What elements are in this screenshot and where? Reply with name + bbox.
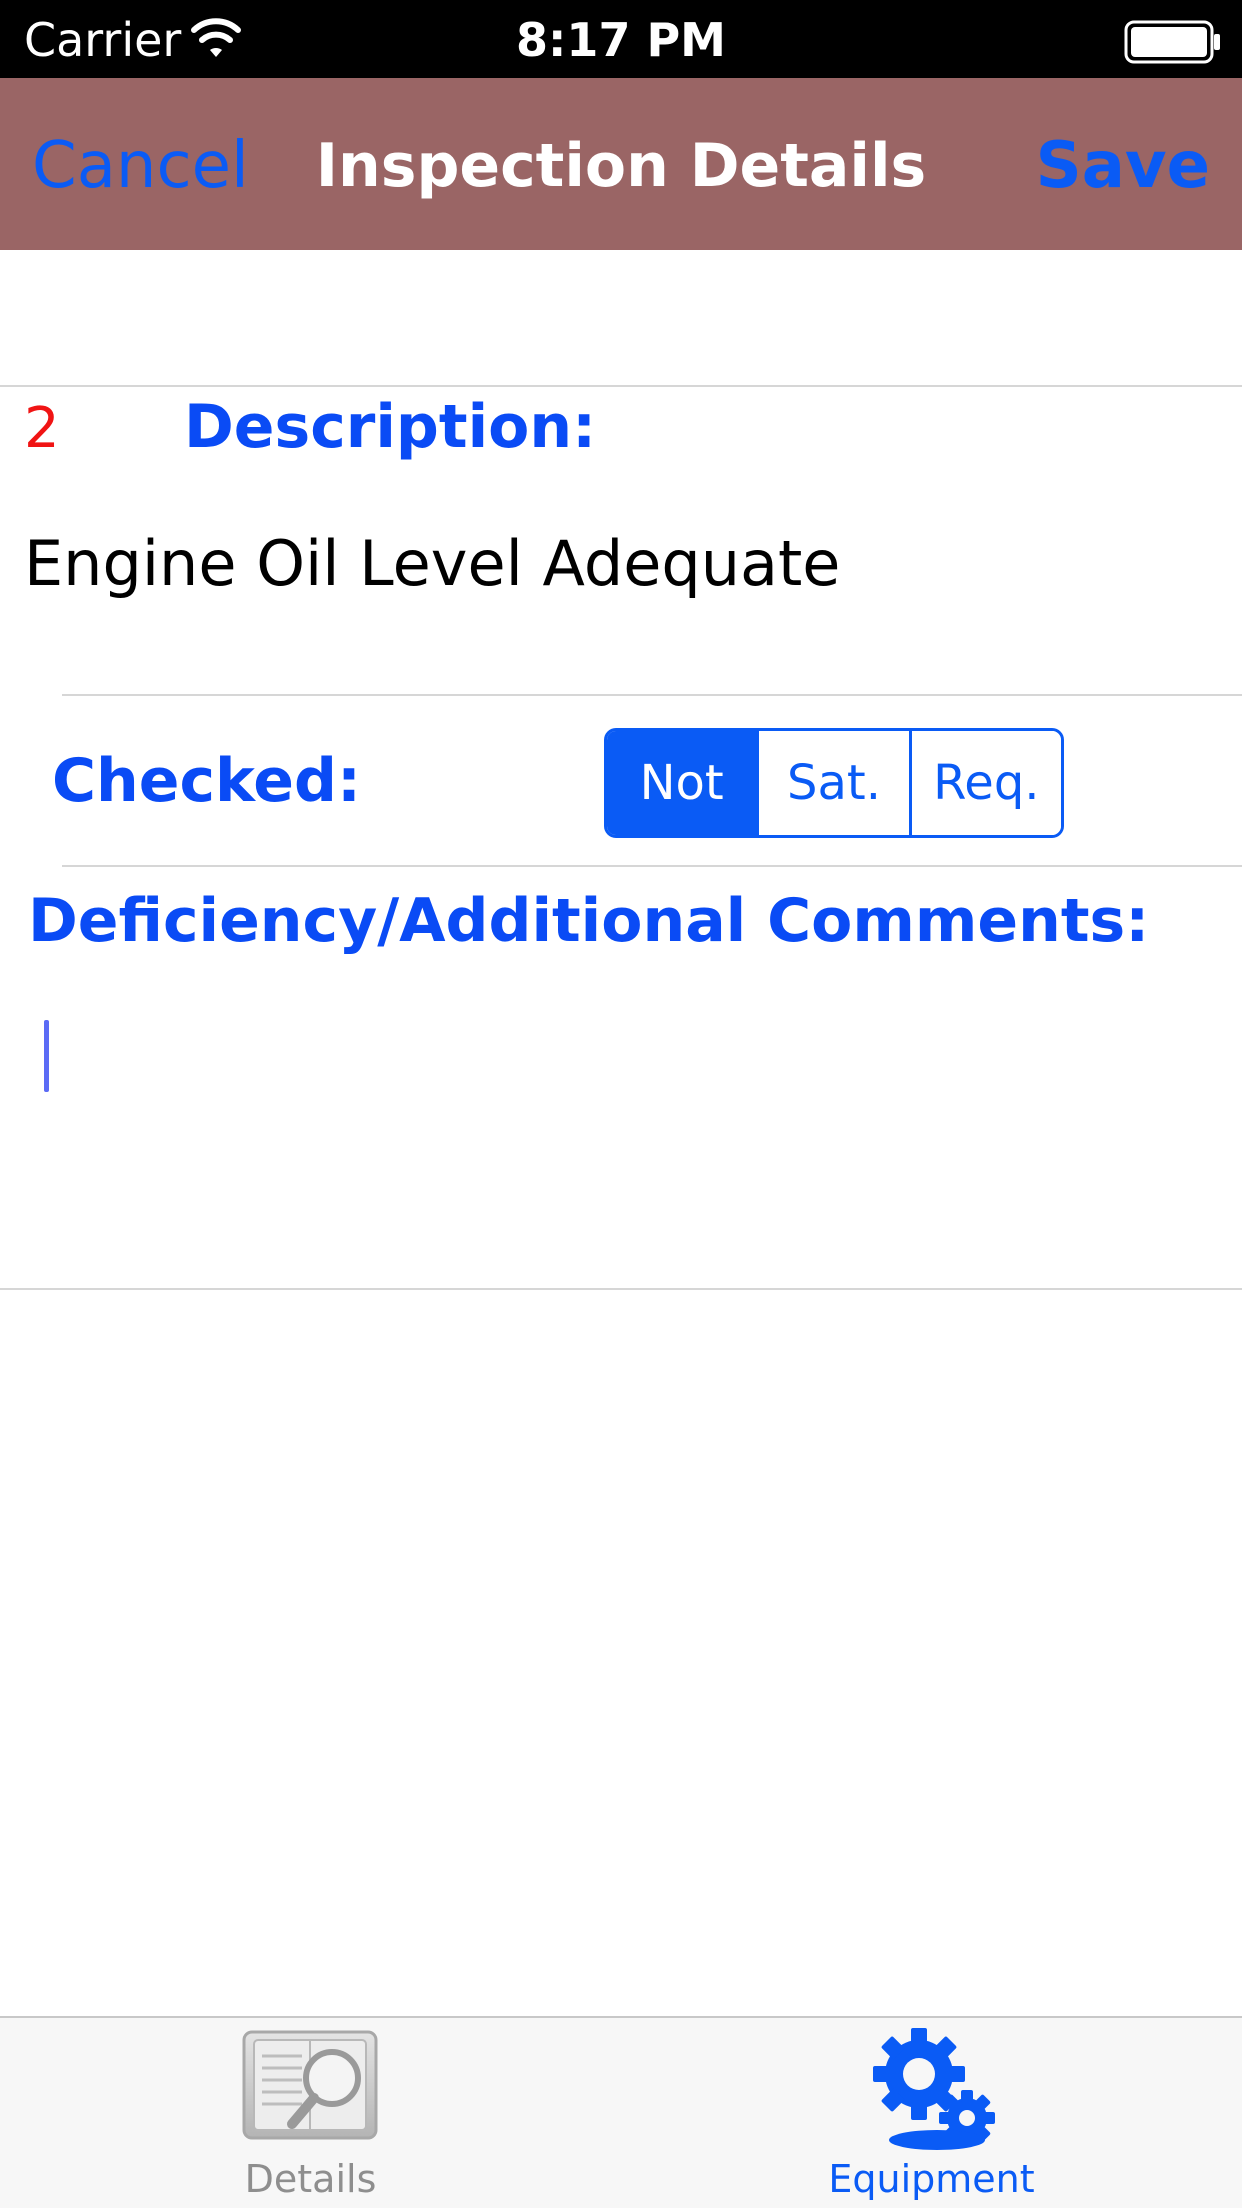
- details-magnifier-icon: [242, 2030, 378, 2140]
- separator-comments: [0, 1288, 1242, 1290]
- comments-label: Deficiency/Additional Comments:: [28, 886, 1150, 956]
- checked-segmented-control: Not Sat. Req.: [604, 728, 1064, 838]
- description-label: Description:: [184, 392, 597, 462]
- separator-description: [62, 694, 1242, 696]
- inspection-details-screen: Carrier 8:17 PM Inspection Details Cance…: [0, 0, 1242, 2208]
- tab-bar: Details Equipment: [0, 2016, 1242, 2208]
- segment-req[interactable]: Req.: [908, 731, 1061, 835]
- status-bar: Carrier 8:17 PM: [0, 0, 1242, 78]
- tab-equipment-label: Equipment: [828, 2157, 1035, 2201]
- battery-icon: [1124, 20, 1220, 64]
- separator-top: [0, 385, 1242, 387]
- separator-checked: [62, 865, 1242, 867]
- checked-label: Checked:: [52, 746, 361, 816]
- segment-sat[interactable]: Sat.: [756, 731, 909, 835]
- cancel-button[interactable]: Cancel: [32, 128, 249, 204]
- navigation-bar: Inspection Details Cancel Save: [0, 78, 1242, 250]
- tab-details-label: Details: [244, 2157, 377, 2201]
- tab-details[interactable]: Details: [0, 2018, 621, 2208]
- tab-equipment[interactable]: Equipment: [621, 2018, 1242, 2208]
- text-caret: [44, 1020, 49, 1092]
- description-value: Engine Oil Level Adequate: [24, 527, 841, 600]
- segment-not[interactable]: Not: [607, 731, 757, 835]
- item-number: 2: [24, 396, 60, 461]
- comments-text-area[interactable]: [24, 990, 1218, 1270]
- save-button[interactable]: Save: [1036, 128, 1210, 204]
- status-time: 8:17 PM: [516, 13, 726, 67]
- gears-icon: [873, 2028, 995, 2150]
